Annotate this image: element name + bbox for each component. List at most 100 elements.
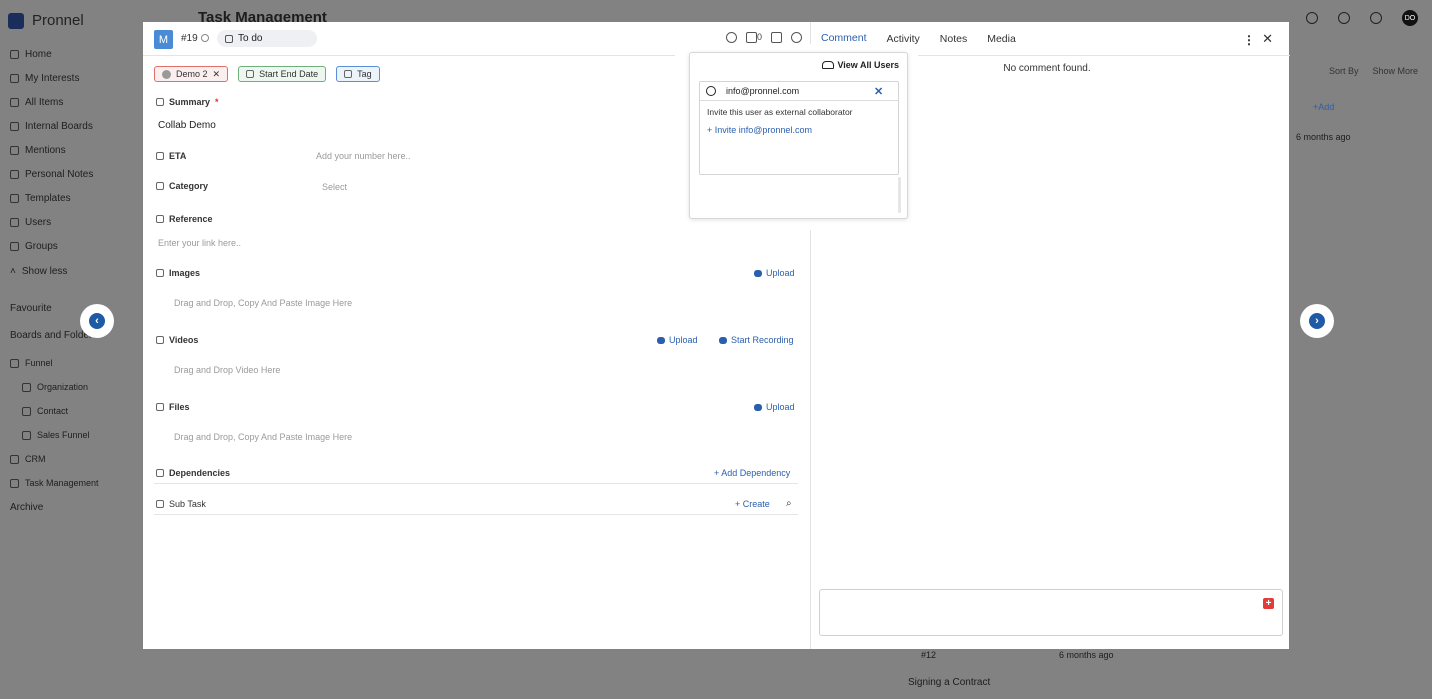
add-user-icon[interactable] bbox=[791, 32, 802, 44]
funnel-icon bbox=[22, 430, 31, 440]
sidebar-item-users[interactable]: Users bbox=[10, 217, 51, 228]
images-upload-button[interactable]: Upload bbox=[754, 268, 795, 278]
calendar-icon bbox=[246, 70, 255, 78]
videos-dropzone[interactable]: Drag and Drop Video Here bbox=[174, 365, 280, 375]
board-sales-funnel[interactable]: Sales Funnel bbox=[22, 430, 90, 440]
remove-icon[interactable]: ✕ bbox=[213, 69, 221, 80]
tab-notes[interactable]: Notes bbox=[930, 22, 977, 56]
pronnel-logo-icon bbox=[8, 12, 24, 29]
status-dropdown[interactable]: To do bbox=[217, 30, 317, 47]
assignee-chip[interactable]: Demo 2 ✕ bbox=[154, 66, 229, 82]
show-more-button[interactable]: Show More bbox=[1372, 66, 1418, 76]
top-bar-icons: DO bbox=[1306, 10, 1418, 26]
board-contact[interactable]: Contact bbox=[22, 406, 68, 416]
sidebar: Pronnel Home My Interests All Items Inte… bbox=[0, 0, 143, 699]
eta-input[interactable]: Add your number here.. bbox=[316, 151, 411, 161]
files-upload-button[interactable]: Upload bbox=[754, 402, 795, 412]
user-search-box: ✕ Invite this user as external collabora… bbox=[699, 81, 899, 175]
divider bbox=[154, 514, 798, 515]
reference-input[interactable]: Enter your link here.. bbox=[158, 238, 241, 248]
sidebar-show-less[interactable]: ˄ Show less bbox=[10, 266, 67, 277]
add-button[interactable]: +Add bbox=[1313, 102, 1334, 112]
start-recording-button[interactable]: Start Recording bbox=[719, 335, 794, 345]
favourite-section[interactable]: Favourite bbox=[10, 303, 52, 314]
templates-icon bbox=[10, 194, 19, 203]
images-dropzone[interactable]: Drag and Drop, Copy And Paste Image Here bbox=[174, 298, 352, 308]
sort-by-button[interactable]: Sort By bbox=[1329, 66, 1359, 76]
search-icon bbox=[706, 86, 716, 96]
clear-search-icon[interactable]: ✕ bbox=[874, 85, 883, 98]
sidebar-item-home[interactable]: Home bbox=[10, 49, 52, 60]
folder-funnel[interactable]: Funnel bbox=[10, 358, 53, 368]
groups-icon bbox=[10, 242, 19, 251]
images-label: Images bbox=[156, 268, 200, 278]
sidebar-item-mentions[interactable]: Mentions bbox=[10, 145, 66, 156]
comment-input[interactable]: + bbox=[819, 589, 1283, 636]
user-search-input[interactable] bbox=[726, 86, 874, 96]
folder-icon bbox=[10, 454, 19, 464]
subtask-label: Sub Task bbox=[156, 499, 206, 509]
text-icon bbox=[156, 98, 164, 106]
files-label: Files bbox=[156, 402, 190, 412]
notes-icon bbox=[10, 170, 19, 179]
create-subtask-button[interactable]: + Create bbox=[735, 499, 770, 509]
sidebar-item-groups[interactable]: Groups bbox=[10, 241, 58, 252]
view-all-users-button[interactable]: View All Users bbox=[822, 60, 899, 70]
files-dropzone[interactable]: Drag and Drop, Copy And Paste Image Here bbox=[174, 432, 352, 442]
sidebar-item-internal-boards[interactable]: Internal Boards bbox=[10, 121, 93, 132]
board-task-management[interactable]: Task Management bbox=[10, 478, 99, 488]
file-icon bbox=[156, 403, 164, 411]
sidebar-item-my-interests[interactable]: My Interests bbox=[10, 73, 79, 84]
header-actions: 0 bbox=[725, 32, 802, 44]
info-icon[interactable] bbox=[201, 34, 209, 42]
avatar[interactable]: DO bbox=[1402, 10, 1418, 26]
archive-section[interactable]: Archive bbox=[10, 502, 43, 513]
videos-upload-button[interactable]: Upload bbox=[657, 335, 698, 345]
invite-popover: View All Users ✕ Invite this user as ext… bbox=[689, 52, 908, 219]
globe-icon[interactable] bbox=[725, 32, 737, 44]
bell-icon[interactable] bbox=[1370, 12, 1382, 24]
users-icon bbox=[822, 61, 835, 69]
add-dependency-button[interactable]: + Add Dependency bbox=[714, 468, 790, 478]
board-icon bbox=[10, 478, 19, 488]
gear-icon[interactable] bbox=[1338, 12, 1350, 24]
tag-icon bbox=[344, 70, 353, 78]
summary-input[interactable]: Collab Demo bbox=[158, 120, 216, 131]
card-id: #12 bbox=[921, 650, 937, 660]
invite-user-link[interactable]: + Invite info@pronnel.com bbox=[700, 117, 898, 135]
more-options-icon[interactable]: ⋮ bbox=[1243, 33, 1255, 47]
network-icon[interactable] bbox=[1306, 12, 1318, 24]
category-select[interactable]: Select bbox=[322, 182, 347, 192]
popover-scrollbar[interactable] bbox=[898, 177, 901, 213]
sidebar-item-all-items[interactable]: All Items bbox=[10, 97, 63, 108]
interests-icon bbox=[10, 74, 19, 83]
divider bbox=[154, 483, 798, 484]
folder-icon bbox=[10, 358, 19, 368]
layers-icon[interactable] bbox=[771, 32, 782, 44]
card-time-2: 6 months ago bbox=[1059, 650, 1114, 660]
date-chip[interactable]: Start End Date bbox=[238, 66, 327, 82]
user-icon bbox=[10, 218, 19, 227]
reference-label: Reference bbox=[156, 214, 213, 224]
card-title[interactable]: Signing a Contract bbox=[908, 677, 990, 688]
chevron-left-icon: ‹ bbox=[89, 313, 105, 329]
invite-note: Invite this user as external collaborato… bbox=[707, 107, 853, 117]
sidebar-item-personal-notes[interactable]: Personal Notes bbox=[10, 169, 93, 180]
folder-crm[interactable]: CRM bbox=[10, 454, 46, 464]
dependency-count[interactable]: 0 bbox=[745, 32, 762, 44]
board-organization[interactable]: Organization bbox=[22, 382, 88, 392]
close-icon[interactable]: ✕ bbox=[1262, 31, 1273, 47]
card-time: 6 months ago bbox=[1296, 132, 1351, 142]
flag-icon bbox=[22, 382, 31, 392]
sidebar-item-templates[interactable]: Templates bbox=[10, 193, 71, 204]
prev-item-button[interactable]: ‹ bbox=[80, 304, 114, 338]
tab-media[interactable]: Media bbox=[977, 22, 1026, 56]
dependency-icon bbox=[156, 469, 164, 477]
chevron-right-icon: › bbox=[1309, 313, 1325, 329]
tag-chip[interactable]: Tag bbox=[336, 66, 380, 82]
search-icon[interactable]: ⌕ bbox=[786, 498, 792, 509]
add-attachment-icon[interactable]: + bbox=[1263, 598, 1274, 609]
brand: Pronnel bbox=[8, 12, 84, 29]
link-icon bbox=[156, 215, 164, 223]
next-item-button[interactable]: › bbox=[1300, 304, 1334, 338]
